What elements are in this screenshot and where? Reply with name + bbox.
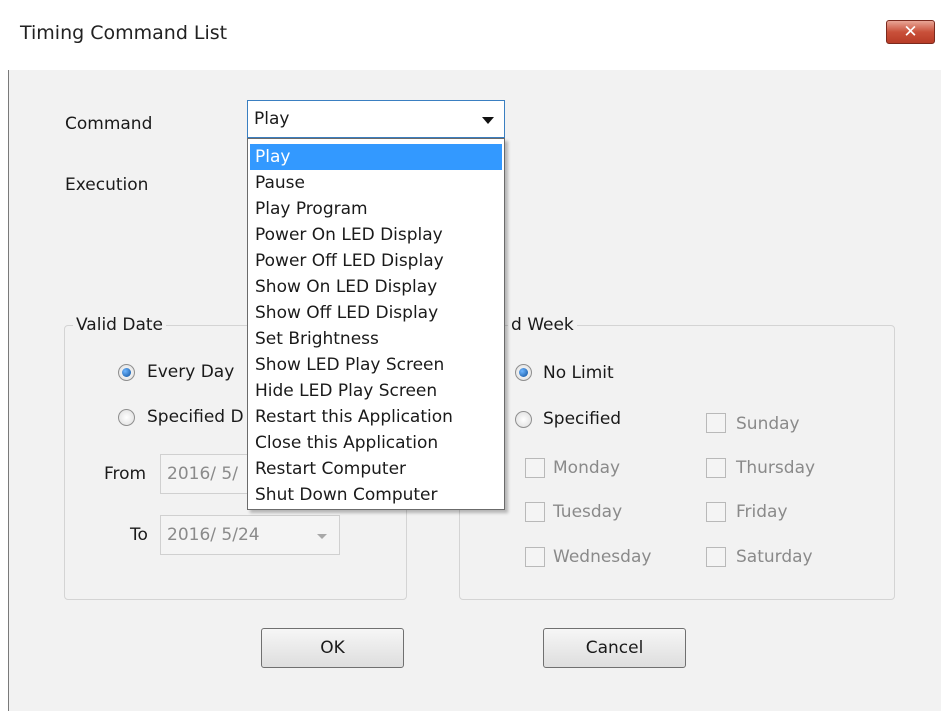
command-selected-value: Play (254, 109, 290, 129)
valid-date-title: Valid Date (73, 315, 167, 335)
specified-date-label[interactable]: Specified D (147, 407, 244, 427)
wednesday-checkbox[interactable] (525, 547, 545, 567)
friday-label: Friday (736, 502, 788, 522)
window-border (0, 70, 9, 711)
to-date-picker[interactable]: 2016/ 5/24 (160, 515, 340, 555)
dropdown-option-power-on[interactable]: Power On LED Display (250, 222, 502, 248)
saturday-label: Saturday (736, 547, 813, 567)
dropdown-option-restart-app[interactable]: Restart this Application (250, 404, 502, 430)
command-select[interactable]: Play (247, 100, 505, 138)
monday-checkbox[interactable] (525, 458, 545, 478)
tuesday-checkbox[interactable] (525, 502, 545, 522)
dropdown-option-shut-down[interactable]: Shut Down Computer (250, 482, 502, 508)
dropdown-option-pause[interactable]: Pause (250, 170, 502, 196)
specified-week-label[interactable]: Specified (543, 409, 621, 429)
execution-label: Execution (65, 175, 149, 195)
wednesday-label: Wednesday (553, 547, 652, 567)
dropdown-option-show-off[interactable]: Show Off LED Display (250, 300, 502, 326)
dropdown-option-close-app[interactable]: Close this Application (250, 430, 502, 456)
title-bar: Timing Command List ✕ (0, 0, 941, 70)
dropdown-option-play-program[interactable]: Play Program (250, 196, 502, 222)
dropdown-option-set-brightness[interactable]: Set Brightness (250, 326, 502, 352)
command-label: Command (65, 114, 153, 134)
cancel-button[interactable]: Cancel (543, 628, 686, 668)
to-label: To (130, 525, 148, 545)
to-date-value: 2016/ 5/24 (167, 525, 260, 545)
every-day-label[interactable]: Every Day (147, 362, 234, 382)
ok-button[interactable]: OK (261, 628, 404, 668)
command-dropdown-list[interactable]: Play Pause Play Program Power On LED Dis… (247, 138, 505, 510)
no-limit-radio[interactable] (515, 364, 532, 381)
close-icon: ✕ (903, 22, 918, 42)
dropdown-option-hide-play-screen[interactable]: Hide LED Play Screen (250, 378, 502, 404)
valid-week-title: d Week (508, 315, 577, 335)
close-button[interactable]: ✕ (886, 20, 935, 44)
from-label: From (104, 464, 147, 484)
thursday-label: Thursday (736, 458, 816, 478)
specified-week-radio[interactable] (515, 411, 532, 428)
friday-checkbox[interactable] (706, 502, 726, 522)
monday-label: Monday (553, 458, 621, 478)
chevron-down-icon (482, 117, 494, 124)
timing-command-dialog: Timing Command List ✕ Command Play Execu… (0, 0, 941, 711)
chevron-down-icon[interactable] (317, 534, 327, 539)
no-limit-label[interactable]: No Limit (543, 363, 614, 383)
dropdown-option-power-off[interactable]: Power Off LED Display (250, 248, 502, 274)
every-day-radio[interactable] (118, 364, 135, 381)
sunday-checkbox[interactable] (706, 413, 726, 433)
thursday-checkbox[interactable] (706, 458, 726, 478)
specified-date-radio[interactable] (118, 409, 135, 426)
dropdown-option-restart-computer[interactable]: Restart Computer (250, 456, 502, 482)
dropdown-option-show-on[interactable]: Show On LED Display (250, 274, 502, 300)
tuesday-label: Tuesday (553, 502, 623, 522)
dropdown-option-play[interactable]: Play (250, 144, 502, 170)
sunday-label: Sunday (736, 414, 800, 434)
dialog-title: Timing Command List (20, 22, 228, 44)
saturday-checkbox[interactable] (706, 547, 726, 567)
from-date-value: 2016/ 5/ (167, 464, 238, 484)
dropdown-option-show-play-screen[interactable]: Show LED Play Screen (250, 352, 502, 378)
